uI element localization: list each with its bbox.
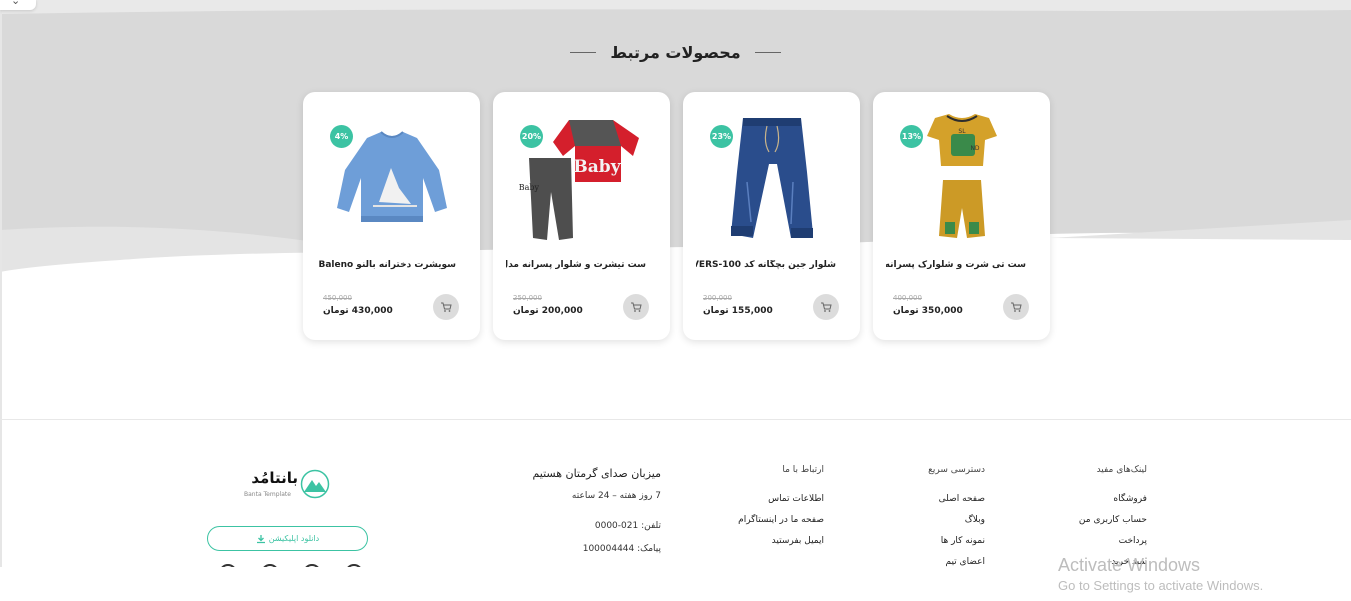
product-title[interactable]: سویشرت دخترانه بالنو Baleno ... bbox=[316, 260, 456, 270]
title-dash-left bbox=[570, 52, 597, 53]
logo-name: بانتامُد bbox=[251, 469, 298, 487]
watermark-line1: Activate Windows bbox=[1058, 555, 1201, 575]
product-card[interactable]: Baby Baby 20% ست تیشرت و شلوار پسرانه مد… bbox=[493, 92, 670, 340]
footer-link[interactable]: ایمیل بفرستید bbox=[738, 536, 824, 546]
footer-link[interactable]: نمونه کار ها bbox=[928, 536, 985, 546]
download-icon bbox=[256, 534, 265, 543]
mountain-logo-icon bbox=[300, 469, 330, 499]
watermark-line2: Go to Settings to activate Windows. bbox=[1058, 578, 1264, 593]
scroll-toggle-button[interactable]: ⌄ bbox=[0, 0, 36, 10]
footer-link[interactable]: حساب کاربری من bbox=[1079, 515, 1147, 525]
host-hours: 7 روز هفته – 24 ساعته bbox=[571, 491, 661, 501]
new-price: 155,000 تومان bbox=[703, 306, 773, 316]
windows-activation-watermark: Activate Windows Go to Settings to activ… bbox=[1058, 555, 1263, 593]
footer-link[interactable]: صفحه ما در اینستاگرام bbox=[738, 515, 824, 525]
product-title[interactable]: شلوار جین بچگانه کد VERS-100 bbox=[696, 260, 836, 270]
footer-heading: لینک‌های مفید bbox=[1096, 465, 1147, 475]
footer-link[interactable]: وبلاگ bbox=[928, 515, 985, 525]
download-app-button[interactable]: دانلود اپلیکیشن bbox=[207, 526, 368, 551]
cart-icon bbox=[1011, 302, 1022, 312]
chevron-down-icon: ⌄ bbox=[11, 0, 21, 7]
product-title[interactable]: ست تیشرت و شلوار پسرانه مدل... bbox=[506, 260, 646, 270]
discount-badge: 4% bbox=[330, 125, 353, 148]
cart-icon bbox=[441, 302, 452, 312]
download-app-label: دانلود اپلیکیشن bbox=[268, 534, 320, 543]
title-dash-right bbox=[754, 52, 781, 53]
add-to-cart-button[interactable] bbox=[813, 294, 839, 320]
site-logo[interactable]: بانتامُد Banta Template bbox=[242, 467, 332, 501]
new-price: 430,000 تومان bbox=[323, 306, 393, 316]
page-title: محصولات مرتبط bbox=[610, 43, 741, 62]
cart-icon bbox=[821, 302, 832, 312]
product-title[interactable]: ست تی شرت و شلوارک پسرانه ... bbox=[886, 260, 1026, 270]
footer-link[interactable]: اعضای تیم bbox=[928, 557, 985, 567]
discount-badge: 20% bbox=[520, 125, 543, 148]
footer-host-info: میزبان صدای گرمتان هستیم 7 روز هفته – 24… bbox=[532, 467, 661, 567]
old-price: 250,000 bbox=[513, 294, 542, 302]
product-card[interactable]: SL ND 13% ست تی شرت و شلوارک پسرانه ... … bbox=[873, 92, 1050, 340]
footer-contact: ارتباط با ما اطلاعات تماس صفحه ما در این… bbox=[738, 465, 824, 557]
old-price: 200,000 bbox=[703, 294, 732, 302]
new-price: 200,000 تومان bbox=[513, 306, 583, 316]
footer-link[interactable]: اطلاعات تماس bbox=[738, 494, 824, 504]
old-price: 450,000 bbox=[323, 294, 352, 302]
discount-badge: 23% bbox=[710, 125, 733, 148]
footer-quick-access: دسترسی سریع صفحه اصلی وبلاگ نمونه کار ها… bbox=[928, 465, 985, 578]
related-products: SL ND 13% ست تی شرت و شلوارک پسرانه ... … bbox=[303, 92, 1050, 340]
svg-text:ND: ND bbox=[970, 145, 979, 152]
old-price: 400,000 bbox=[893, 294, 922, 302]
add-to-cart-button[interactable] bbox=[623, 294, 649, 320]
logo-subtitle: Banta Template bbox=[244, 491, 291, 498]
cart-icon bbox=[631, 302, 642, 312]
footer-heading: ارتباط با ما bbox=[782, 465, 824, 475]
host-sms: پیامک: 100004444 bbox=[582, 544, 661, 554]
host-title: میزبان صدای گرمتان هستیم bbox=[532, 467, 661, 480]
footer-divider bbox=[0, 419, 1351, 420]
footer-link[interactable]: صفحه اصلی bbox=[928, 494, 985, 504]
new-price: 350,000 تومان bbox=[893, 306, 963, 316]
svg-text:Baby: Baby bbox=[573, 157, 621, 177]
product-card[interactable]: 4% سویشرت دخترانه بالنو Baleno ... 450,0… bbox=[303, 92, 480, 340]
product-card[interactable]: 23% شلوار جین بچگانه کد VERS-100 200,000… bbox=[683, 92, 860, 340]
host-phone: تلفن: 021-0000 bbox=[594, 521, 661, 531]
add-to-cart-button[interactable] bbox=[433, 294, 459, 320]
footer-link[interactable]: فروشگاه bbox=[1079, 494, 1147, 504]
add-to-cart-button[interactable] bbox=[1003, 294, 1029, 320]
svg-text:Baby: Baby bbox=[519, 183, 540, 192]
discount-badge: 13% bbox=[900, 125, 923, 148]
left-edge-line bbox=[0, 0, 2, 601]
footer-link[interactable]: پرداخت bbox=[1079, 536, 1147, 546]
svg-text:SL: SL bbox=[958, 128, 966, 135]
section-title: محصولات مرتبط bbox=[0, 38, 1351, 62]
footer-heading: دسترسی سریع bbox=[928, 465, 985, 475]
